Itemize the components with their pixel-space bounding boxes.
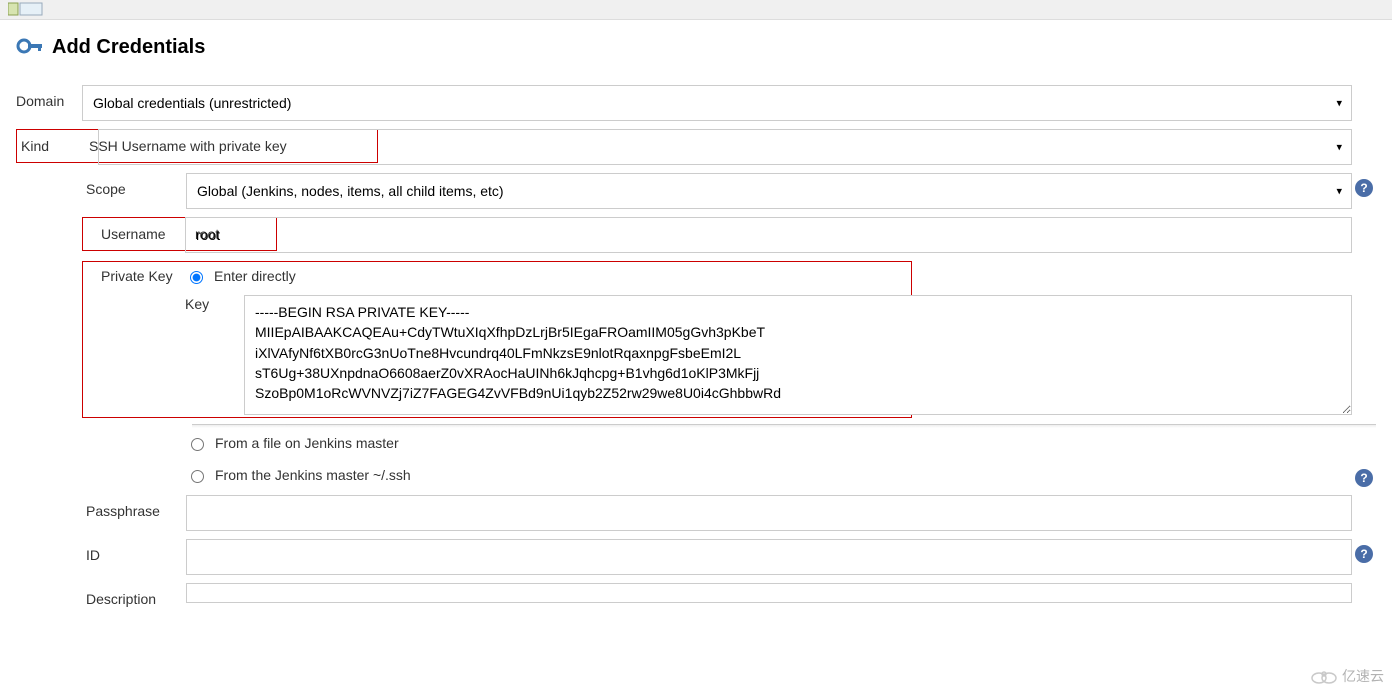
username-label: Username bbox=[85, 222, 189, 246]
id-label: ID bbox=[16, 539, 186, 571]
radio-from-file[interactable] bbox=[191, 438, 204, 451]
description-input[interactable] bbox=[186, 583, 1352, 603]
watermark-text: 亿速云 bbox=[1342, 666, 1384, 686]
passphrase-label: Passphrase bbox=[16, 495, 186, 527]
domain-label: Domain bbox=[16, 85, 82, 117]
toolbar-icons bbox=[8, 2, 48, 16]
help-icon[interactable]: ? bbox=[1355, 179, 1373, 197]
private-key-label: Private Key bbox=[89, 264, 185, 288]
passphrase-input[interactable] bbox=[186, 495, 1352, 531]
page-header: Add Credentials bbox=[16, 36, 1376, 59]
radio-from-ssh-label[interactable]: From the Jenkins master ~/.ssh bbox=[215, 467, 411, 483]
help-icon[interactable]: ? bbox=[1355, 469, 1373, 487]
radio-from-file-label[interactable]: From a file on Jenkins master bbox=[215, 435, 399, 451]
scope-label: Scope bbox=[16, 173, 186, 205]
key-icon bbox=[16, 36, 44, 59]
radio-enter-directly[interactable] bbox=[190, 271, 203, 284]
help-icon[interactable]: ? bbox=[1355, 545, 1373, 563]
kind-select[interactable]: SSH Username with private key bbox=[98, 129, 1352, 165]
domain-select[interactable]: Global credentials (unrestricted) bbox=[82, 85, 1352, 121]
toolbar bbox=[0, 0, 1392, 20]
scope-select[interactable]: Global (Jenkins, nodes, items, all child… bbox=[186, 173, 1352, 209]
key-textarea[interactable] bbox=[244, 295, 1352, 415]
watermark: 亿速云 bbox=[1310, 666, 1384, 686]
id-input[interactable] bbox=[186, 539, 1352, 575]
description-label: Description bbox=[16, 583, 186, 615]
divider bbox=[192, 424, 1376, 428]
page-title: Add Credentials bbox=[52, 36, 205, 59]
radio-from-ssh[interactable] bbox=[191, 470, 204, 483]
kind-label: Kind bbox=[17, 130, 83, 162]
key-label: Key bbox=[185, 288, 225, 316]
username-input[interactable] bbox=[185, 217, 1352, 253]
